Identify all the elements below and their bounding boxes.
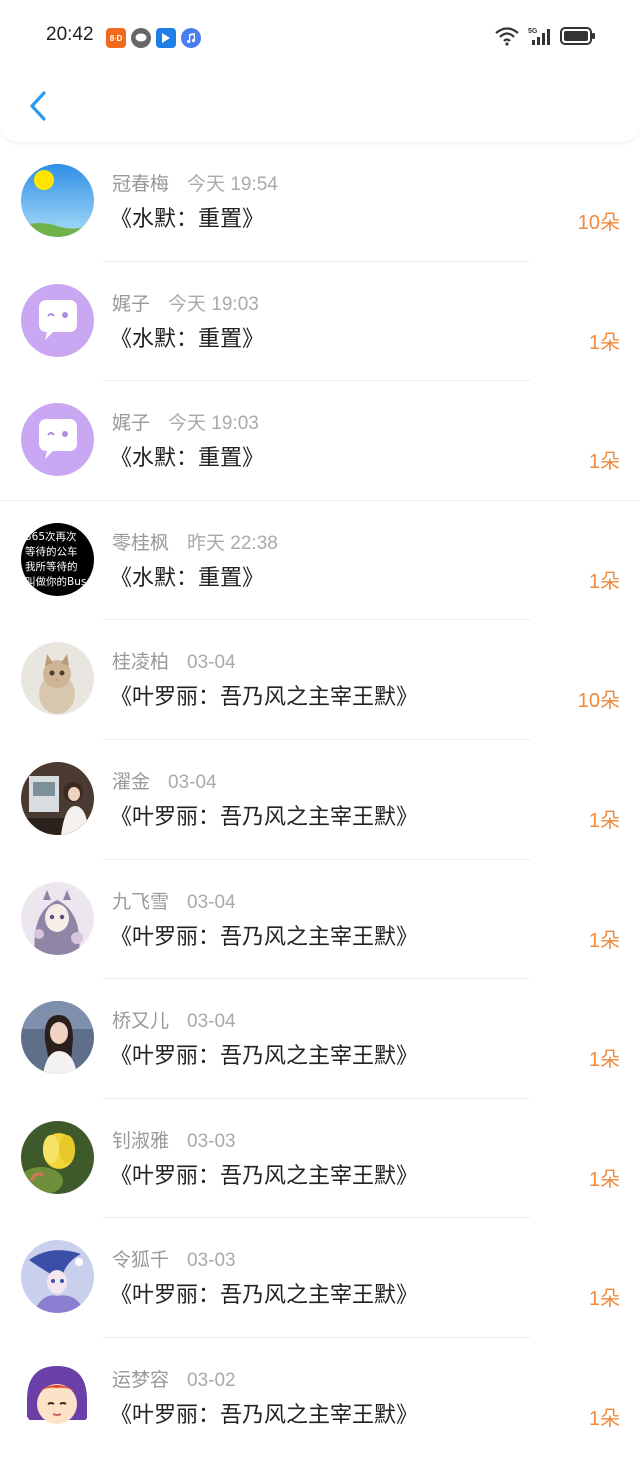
work-title[interactable]: 《水默：重置》 xyxy=(110,560,264,592)
sent-time: 03-02 xyxy=(187,1369,236,1391)
avatar[interactable] xyxy=(21,283,94,357)
sender-info: 钊淑雅 03-03 xyxy=(112,1126,236,1153)
sender-info: 桥又儿 03-04 xyxy=(112,1006,236,1033)
avatar[interactable] xyxy=(21,761,94,835)
sender-name: 娓子 xyxy=(112,412,151,435)
sender-info: 零桂枫 昨天 22:38 xyxy=(112,528,278,555)
avatar[interactable]: 365次再次 等待的公车 我所等待的 叫做你的Bus xyxy=(21,522,94,596)
sent-time: 今天 19:03 xyxy=(168,413,259,435)
sender-name: 钊淑雅 xyxy=(112,1129,170,1152)
work-title[interactable]: 《叶罗丽：吾乃风之主宰王默》 xyxy=(110,1158,418,1190)
avatar-text-line: 我所等待的 xyxy=(25,560,78,573)
avatar[interactable] xyxy=(21,1120,94,1194)
work-title[interactable]: 《叶罗丽：吾乃风之主宰王默》 xyxy=(110,1038,418,1070)
sender-name: 九飞雪 xyxy=(112,890,170,913)
flower-count: 1朵 xyxy=(588,331,620,354)
avatar[interactable] xyxy=(21,403,94,477)
sender-name: 娓子 xyxy=(112,292,151,315)
list-item[interactable]: 365次再次 等待的公车 我所等待的 叫做你的Bus 零桂枫 昨天 22:38 《… xyxy=(0,501,640,621)
flower-count: 1朵 xyxy=(588,1288,620,1311)
sender-name: 桥又儿 xyxy=(112,1010,170,1033)
work-title[interactable]: 《水默：重置》 xyxy=(110,321,264,353)
flower-count: 10朵 xyxy=(577,212,620,234)
gift-record-list: 冠春梅 今天 19:54 《水默：重置》 10朵 娓子 今天 19:03 《水默：重… xyxy=(0,142,640,1458)
avatar-text-line: 等待的公车 xyxy=(25,545,78,558)
sent-time: 今天 19:03 xyxy=(168,293,259,315)
battery-icon xyxy=(560,27,595,45)
chevron-left-icon xyxy=(30,91,46,121)
notification-icons: 8∙D xyxy=(106,28,201,48)
music-notification-icon xyxy=(181,28,201,48)
sender-name: 濯金 xyxy=(112,770,151,793)
list-item[interactable]: 九飞雪 03-04 《叶罗丽：吾乃风之主宰王默》 1朵 xyxy=(0,860,640,980)
flower-count: 1朵 xyxy=(588,451,620,474)
sender-info: 濯金 03-04 xyxy=(112,767,217,794)
sent-time: 03-04 xyxy=(187,891,236,913)
sent-time: 03-04 xyxy=(168,771,217,793)
list-item[interactable]: 运梦容 03-02 《叶罗丽：吾乃风之主宰王默》 1朵 xyxy=(0,1338,640,1458)
sent-time: 昨天 22:38 xyxy=(187,532,278,554)
avatar-text-line: 365次再次 xyxy=(25,530,77,543)
avatar[interactable] xyxy=(21,1001,94,1075)
list-item[interactable]: 冠春梅 今天 19:54 《水默：重置》 10朵 xyxy=(0,142,640,262)
back-button[interactable] xyxy=(20,86,56,126)
sender-name: 运梦容 xyxy=(112,1368,170,1391)
work-title[interactable]: 《水默：重置》 xyxy=(110,201,264,233)
flower-count: 1朵 xyxy=(588,809,620,832)
flower-count: 1朵 xyxy=(588,570,620,593)
svg-text:5G: 5G xyxy=(528,28,538,35)
list-item[interactable]: 桥又儿 03-04 《叶罗丽：吾乃风之主宰王默》 1朵 xyxy=(0,979,640,1099)
status-bar: 20:42 8∙D 5G xyxy=(0,0,640,76)
list-item[interactable]: 桂凌柏 03-04 《叶罗丽：吾乃风之主宰王默》 10朵 xyxy=(0,620,640,740)
flower-count: 1朵 xyxy=(588,1049,620,1072)
sender-info: 娓子 今天 19:03 xyxy=(112,408,259,435)
sender-name: 冠春梅 xyxy=(112,173,170,195)
sender-info: 运梦容 03-02 xyxy=(112,1365,236,1392)
work-title[interactable]: 《叶罗丽：吾乃风之主宰王默》 xyxy=(110,919,418,951)
play-notification-icon xyxy=(156,28,176,48)
list-item[interactable]: 娓子 今天 19:03 《水默：重置》 1朵 xyxy=(0,381,640,501)
sender-name: 零桂枫 xyxy=(112,531,170,554)
list-item[interactable]: 令狐千 03-03 《叶罗丽：吾乃风之主宰王默》 1朵 xyxy=(0,1218,640,1338)
flower-count: 1朵 xyxy=(588,1407,620,1430)
list-item[interactable]: 钊淑雅 03-03 《叶罗丽：吾乃风之主宰王默》 1朵 xyxy=(0,1099,640,1219)
message-notification-icon xyxy=(131,28,151,48)
sender-info: 冠春梅 今天 19:54 xyxy=(112,169,278,196)
status-time: 20:42 xyxy=(46,24,94,45)
work-title[interactable]: 《叶罗丽：吾乃风之主宰王默》 xyxy=(110,1277,418,1309)
work-title[interactable]: 《叶罗丽：吾乃风之主宰王默》 xyxy=(110,799,418,831)
avatar-text: 365次再次 等待的公车 我所等待的 叫做你的Bus xyxy=(25,530,93,590)
system-icons: 5G xyxy=(494,26,596,46)
flower-count: 1朵 xyxy=(588,1168,620,1191)
flower-count: 10朵 xyxy=(577,690,620,713)
avatar-text-line: 叫做你的Bus xyxy=(25,575,87,588)
avatar[interactable] xyxy=(21,881,94,955)
wifi-icon xyxy=(495,27,519,46)
sender-info: 娓子 今天 19:03 xyxy=(112,289,259,316)
flower-count: 1朵 xyxy=(588,929,620,952)
list-item[interactable]: 濯金 03-04 《叶罗丽：吾乃风之主宰王默》 1朵 xyxy=(0,740,640,860)
sender-info: 令狐千 03-03 xyxy=(112,1245,236,1272)
work-title[interactable]: 《叶罗丽：吾乃风之主宰王默》 xyxy=(110,1397,418,1429)
work-title[interactable]: 《水默：重置》 xyxy=(110,440,264,472)
avatar[interactable] xyxy=(21,1359,94,1433)
sender-name: 桂凌柏 xyxy=(112,651,170,674)
sent-time: 03-04 xyxy=(187,1011,236,1033)
list-item[interactable]: 娓子 今天 19:03 《水默：重置》 1朵 xyxy=(0,262,640,382)
avatar[interactable] xyxy=(21,642,94,716)
sent-time: 03-04 xyxy=(187,652,236,674)
app-notification-text: 8∙D xyxy=(109,33,123,43)
work-title[interactable]: 《叶罗丽：吾乃风之主宰王默》 xyxy=(110,679,418,711)
sent-time: 03-03 xyxy=(187,1250,236,1272)
sender-name: 令狐千 xyxy=(112,1249,170,1272)
app-notification-icon: 8∙D xyxy=(106,28,126,48)
sender-info: 九飞雪 03-04 xyxy=(112,887,236,914)
cellular-signal-icon: 5G xyxy=(528,28,550,45)
avatar[interactable] xyxy=(21,164,94,237)
app-header: 20:42 8∙D 5G xyxy=(0,0,640,142)
avatar[interactable] xyxy=(21,1240,94,1314)
sent-time: 03-03 xyxy=(187,1130,236,1152)
sender-info: 桂凌柏 03-04 xyxy=(112,647,236,674)
sent-time: 今天 19:54 xyxy=(187,174,278,195)
